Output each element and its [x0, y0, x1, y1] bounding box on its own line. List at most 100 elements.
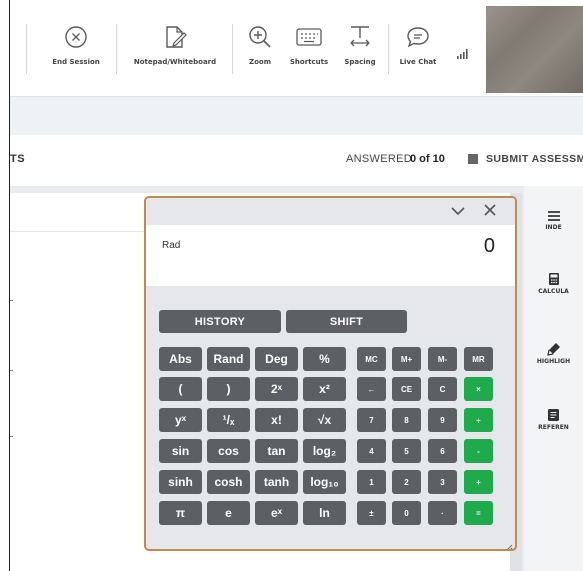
number-key[interactable]: 2 — [392, 470, 421, 494]
number-key[interactable]: 5 — [392, 439, 421, 463]
chat-bubble-icon — [396, 22, 440, 52]
shortcuts-button[interactable]: Shortcuts — [286, 22, 332, 66]
sidebar-item-reference[interactable]: REFEREN — [524, 402, 583, 431]
calc-key[interactable]: % — [303, 347, 346, 371]
top-toolbar: End Session Notepad/Whiteboard Zoom Shor… — [10, 0, 583, 97]
calc-key[interactable]: cosh — [207, 470, 250, 494]
operator-key[interactable]: × — [464, 377, 493, 401]
calc-key[interactable]: log₁₀ — [303, 470, 346, 494]
answered-count: 0 of 10 — [410, 153, 445, 165]
sidebar-item-label: REFEREN — [538, 424, 569, 431]
sidebar-item-label: HIGHLIGH — [536, 358, 571, 365]
operator-key[interactable]: + — [464, 470, 493, 494]
sidebar-item-highlighter[interactable]: HIGHLIGH — [524, 336, 583, 365]
sidebar-item-calculator[interactable]: CALCULA — [524, 266, 583, 295]
number-key[interactable]: ← — [357, 377, 386, 401]
header-band — [10, 97, 583, 135]
collapse-button[interactable] — [448, 202, 468, 222]
calculator-display: Rad 0 — [146, 225, 515, 283]
hamburger-menu-icon — [524, 202, 583, 222]
notepad-label: Notepad/Whiteboard — [133, 58, 217, 66]
calc-key[interactable]: yˣ — [159, 408, 202, 432]
number-key[interactable]: MC — [357, 347, 386, 371]
calc-key[interactable]: ) — [207, 377, 250, 401]
submit-assessment-button[interactable]: SUBMIT ASSESSM — [486, 153, 583, 165]
sidebar-item-index[interactable]: INDE — [524, 202, 583, 231]
close-icon — [484, 203, 496, 221]
answered-label: ANSWERED — [346, 153, 412, 165]
assessment-status-bar: TS ANSWERED 0 of 10 SUBMIT ASSESSM — [10, 135, 583, 186]
resize-handle[interactable] — [505, 539, 513, 549]
webcam-feed — [486, 6, 583, 93]
calc-key[interactable]: eˣ — [255, 501, 298, 525]
zoom-button[interactable]: Zoom — [240, 22, 280, 66]
chevron-down-icon — [451, 203, 465, 221]
calc-key[interactable]: e — [207, 501, 250, 525]
margin-mark — [10, 436, 13, 437]
calc-key[interactable]: 2ˣ — [255, 377, 298, 401]
operator-key[interactable]: - — [464, 439, 493, 463]
sidebar-item-label: CALCULA — [538, 288, 569, 295]
calc-key[interactable]: log₂ — [303, 439, 346, 463]
shift-tab[interactable]: SHIFT — [286, 310, 407, 333]
submit-icon — [468, 154, 478, 164]
calculator-icon — [524, 266, 583, 286]
number-key[interactable]: 7 — [357, 408, 386, 432]
toolbar-divider — [388, 24, 389, 74]
calc-key[interactable]: tanh — [255, 470, 298, 494]
calc-key[interactable]: ln — [303, 501, 346, 525]
zoom-label: Zoom — [249, 58, 271, 66]
calc-key[interactable]: x! — [255, 408, 298, 432]
scientific-calculator[interactable]: Rad 0 HISTORY SHIFT Abs Rand Deg% () 2ˣ x² yˣ ¹… — [144, 196, 517, 551]
calc-key[interactable]: Abs — [159, 347, 202, 371]
number-key[interactable]: · — [428, 501, 457, 525]
calc-key[interactable]: ¹/ₓ — [207, 408, 250, 432]
number-key[interactable]: C — [428, 377, 457, 401]
number-key[interactable]: M- — [428, 347, 457, 371]
spacing-button[interactable]: Spacing — [340, 22, 380, 66]
sidebar-item-label: INDE — [545, 224, 562, 231]
number-key[interactable]: 8 — [392, 408, 421, 432]
calc-key[interactable]: √x — [303, 408, 346, 432]
calculator-header[interactable] — [146, 198, 515, 225]
live-chat-label: Live Chat — [399, 58, 437, 66]
highlighter-icon — [524, 336, 583, 356]
number-key[interactable]: 6 — [428, 439, 457, 463]
calc-key[interactable]: π — [159, 501, 202, 525]
number-key[interactable]: 1 — [357, 470, 386, 494]
calc-key[interactable]: x² — [303, 377, 346, 401]
calc-key[interactable]: Rand — [207, 347, 250, 371]
section-label: TS — [10, 153, 26, 165]
margin-mark — [10, 300, 13, 301]
end-session-label: End Session — [52, 58, 100, 66]
number-key[interactable]: 3 — [428, 470, 457, 494]
signal-bars-icon — [457, 46, 469, 64]
number-key[interactable]: 9 — [428, 408, 457, 432]
live-chat-button[interactable]: Live Chat — [396, 22, 440, 66]
calc-key[interactable]: sinh — [159, 470, 202, 494]
calc-key[interactable]: cos — [207, 439, 250, 463]
calc-key[interactable]: Deg — [255, 347, 298, 371]
notepad-whiteboard-button[interactable]: Notepad/Whiteboard — [124, 22, 226, 66]
angle-mode: Rad — [162, 240, 181, 251]
calc-key[interactable]: ( — [159, 377, 202, 401]
end-session-button[interactable]: End Session — [46, 22, 106, 66]
history-tab[interactable]: HISTORY — [159, 310, 281, 333]
number-key[interactable]: CE — [392, 377, 421, 401]
calc-key[interactable]: sin — [159, 439, 202, 463]
zoom-in-icon — [240, 22, 280, 52]
toolbar-divider — [116, 24, 117, 74]
operator-key[interactable]: = — [464, 501, 493, 525]
notepad-pencil-icon — [124, 22, 226, 52]
number-key[interactable]: ± — [357, 501, 386, 525]
close-button[interactable] — [480, 202, 500, 222]
close-circle-icon — [46, 22, 106, 52]
number-key[interactable]: MR — [464, 347, 493, 371]
spacing-label: Spacing — [344, 58, 376, 66]
number-key[interactable]: M+ — [392, 347, 421, 371]
number-key[interactable]: 0 — [392, 501, 421, 525]
toolbar-divider — [26, 24, 27, 74]
number-key[interactable]: 4 — [357, 439, 386, 463]
calc-key[interactable]: tan — [255, 439, 298, 463]
operator-key[interactable]: ÷ — [464, 408, 493, 432]
